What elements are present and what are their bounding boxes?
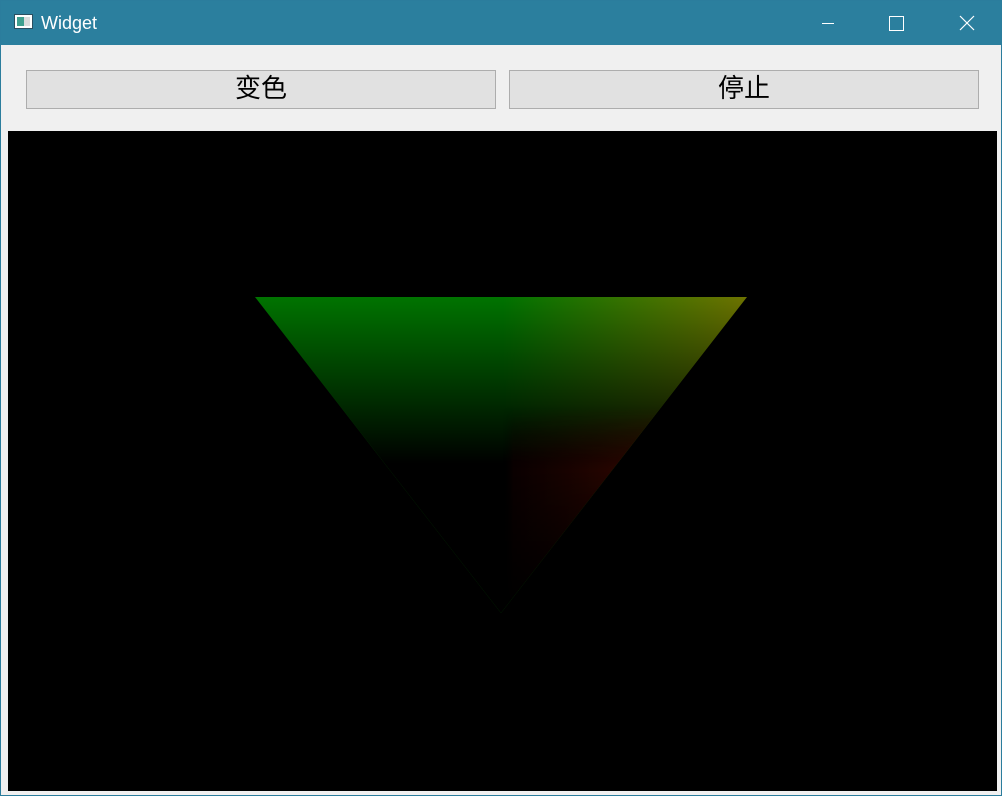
title-bar[interactable]: Widget xyxy=(1,1,1001,45)
app-icon-left-pane xyxy=(17,17,24,26)
maximize-icon xyxy=(889,16,904,31)
close-button[interactable] xyxy=(943,1,989,45)
maximize-button[interactable] xyxy=(873,1,919,45)
opengl-canvas[interactable] xyxy=(8,131,997,791)
minimize-icon xyxy=(822,23,834,24)
minimize-button[interactable] xyxy=(804,1,850,45)
close-icon xyxy=(959,15,975,31)
stop-button[interactable]: 停止 xyxy=(509,70,979,109)
window-title: Widget xyxy=(41,13,98,33)
app-window-icon xyxy=(14,14,33,29)
change-color-button[interactable]: 变色 xyxy=(26,70,496,109)
triangle-scene xyxy=(255,297,747,613)
app-icon-right-pane xyxy=(24,17,30,26)
app-window: Widget 变色 停止 xyxy=(0,0,1002,796)
gradient-triangle xyxy=(255,297,747,613)
